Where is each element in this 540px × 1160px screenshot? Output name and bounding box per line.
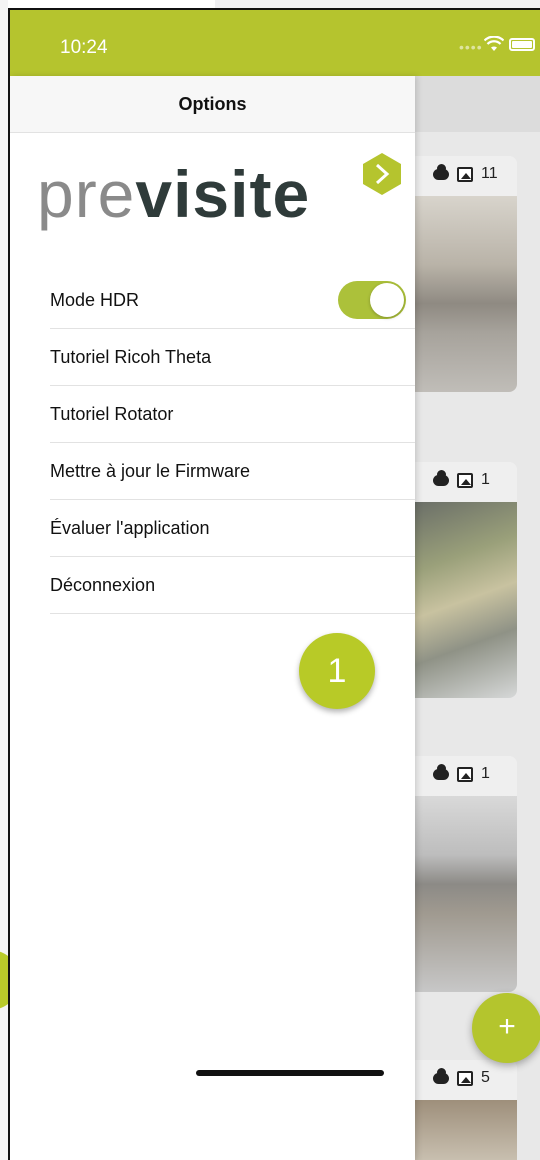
- menu-item-logout[interactable]: Déconnexion: [50, 557, 415, 614]
- menu-item-rotator-tutorial[interactable]: Tutoriel Rotator: [50, 386, 415, 443]
- status-bar: 10:24 ••••: [10, 10, 540, 76]
- wifi-icon: [484, 36, 504, 51]
- previsite-logo: previsite: [37, 146, 407, 236]
- options-menu: Mode HDR Tutoriel Ricoh Theta Tutoriel R…: [50, 272, 415, 614]
- cloud-icon: [433, 469, 449, 486]
- logo-text-bold: visite: [135, 157, 311, 231]
- menu-item-label: Mettre à jour le Firmware: [50, 461, 251, 481]
- logo-text-light: pre: [37, 157, 136, 231]
- menu-item-mode-hdr[interactable]: Mode HDR: [50, 272, 415, 329]
- photo-count: 1: [481, 765, 490, 782]
- photos-icon: [457, 1070, 473, 1086]
- options-drawer: Options previsite Mode HDR Tutoriel Rico…: [10, 76, 415, 1160]
- step-badge: 1: [299, 633, 375, 709]
- menu-item-label: Évaluer l'application: [50, 518, 210, 538]
- cloud-icon: [433, 763, 449, 780]
- photo-count: 11: [481, 165, 498, 182]
- background-header: [415, 76, 540, 132]
- project-thumbnail: [415, 196, 517, 392]
- signal-icon: ••••: [459, 39, 483, 55]
- project-thumbnail: [415, 796, 517, 992]
- logo-hexagon-icon: [363, 153, 401, 195]
- toggle-knob: [370, 283, 404, 317]
- menu-item-label: Tutoriel Rotator: [50, 404, 174, 424]
- battery-icon: [509, 38, 535, 51]
- photos-icon: [457, 472, 473, 488]
- add-button[interactable]: +: [472, 993, 540, 1063]
- menu-item-firmware-update[interactable]: Mettre à jour le Firmware: [50, 443, 415, 500]
- status-time: 10:24: [60, 37, 108, 58]
- menu-item-label: Déconnexion: [50, 575, 156, 595]
- drawer-title: Options: [178, 94, 247, 114]
- cloud-icon: [433, 163, 449, 180]
- menu-item-ricoh-tutorial[interactable]: Tutoriel Ricoh Theta: [50, 329, 415, 386]
- cloud-icon: [433, 1067, 449, 1084]
- outer-background-top: [215, 0, 540, 8]
- menu-item-rate-app[interactable]: Évaluer l'application: [50, 500, 415, 557]
- phone-screen: 10:24 •••• 11 1 1 5 + Options previsite …: [8, 8, 540, 1160]
- photos-icon: [457, 766, 473, 782]
- project-thumbnail: [415, 502, 517, 698]
- photo-count: 1: [481, 471, 490, 488]
- hdr-toggle[interactable]: [338, 281, 406, 319]
- project-thumbnail: [415, 1100, 517, 1160]
- project-card[interactable]: 1: [415, 756, 517, 992]
- menu-item-label: Mode HDR: [50, 290, 140, 310]
- photos-icon: [457, 166, 473, 182]
- project-card[interactable]: 11: [415, 156, 517, 392]
- drawer-header: Options: [10, 76, 415, 133]
- home-indicator[interactable]: [196, 1070, 384, 1076]
- menu-item-label: Tutoriel Ricoh Theta: [50, 347, 212, 367]
- project-card[interactable]: 5: [415, 1060, 517, 1160]
- app-screen: 10:24 •••• 11 1 1 5 + Options previsite …: [0, 0, 540, 1160]
- project-card[interactable]: 1: [415, 462, 517, 698]
- photo-count: 5: [481, 1069, 490, 1086]
